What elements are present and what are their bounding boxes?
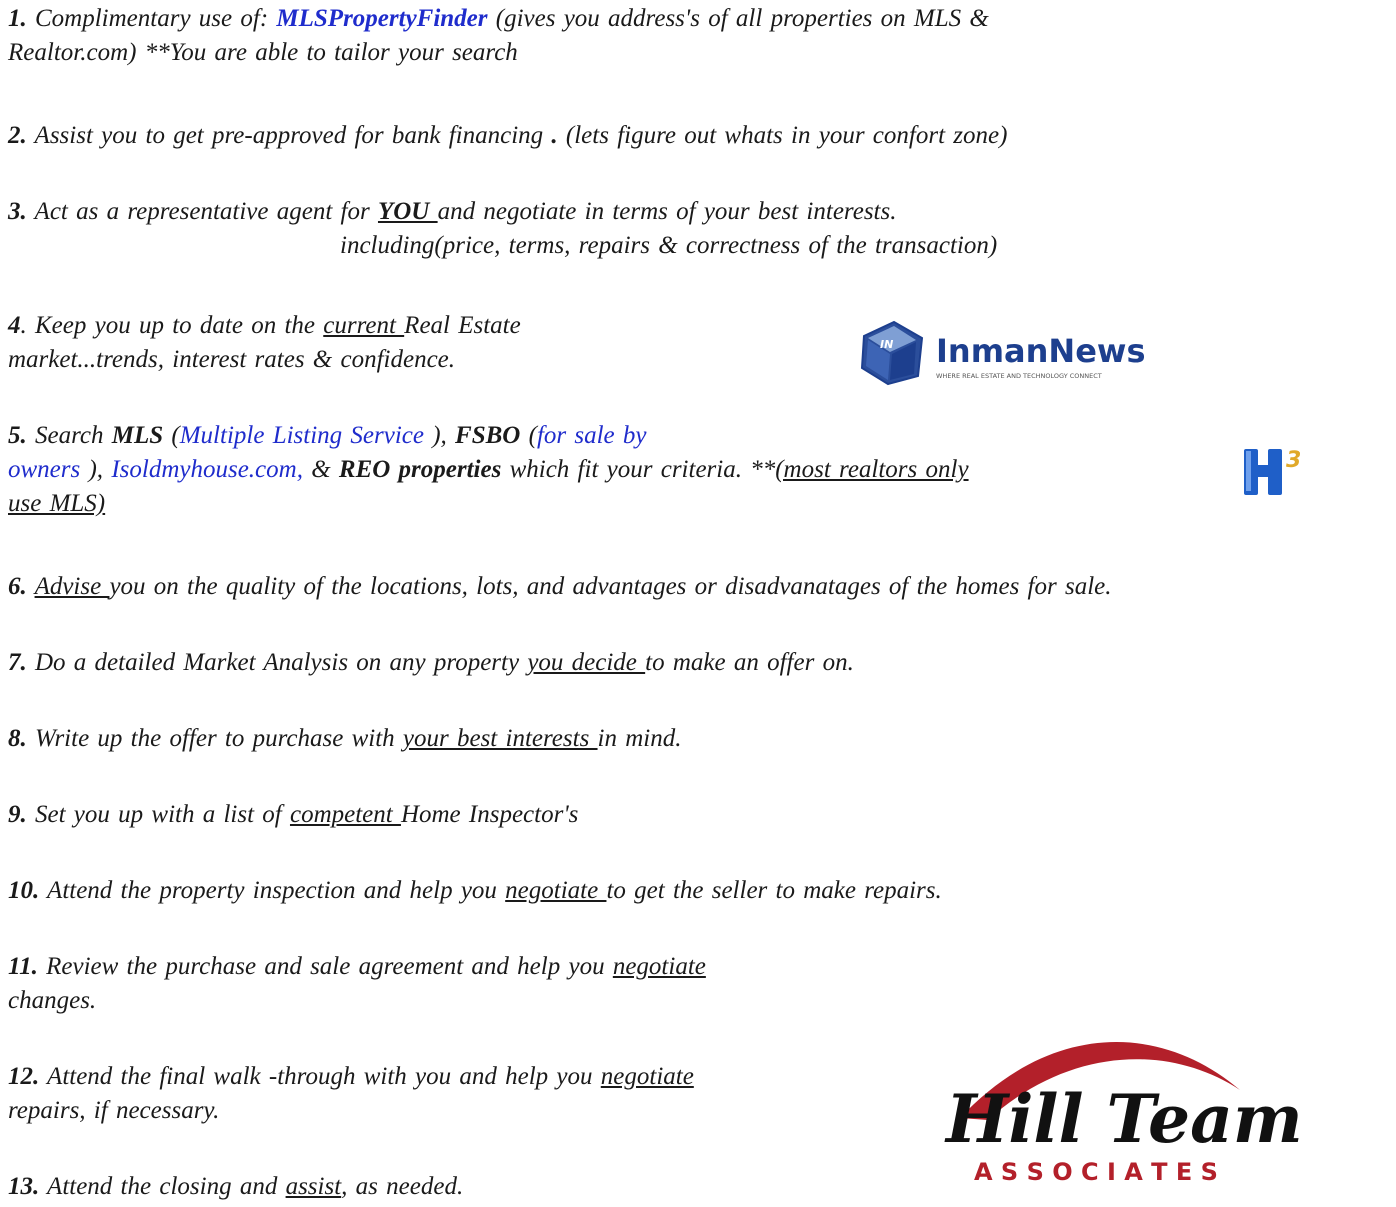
hill-team-logo: Hill Team A S S O C I A T E S (940, 1030, 1360, 1200)
list-item-4: 4. Keep you up to date on the current Re… (8, 312, 521, 373)
list-item-8: 8. Write up the offer to purchase with y… (8, 725, 682, 752)
inmannews-logo: IN InmanNews WHERE REAL ESTATE AND TECHN… (860, 318, 1160, 386)
list-item-11: 11. Review the purchase and sale agreeme… (8, 953, 706, 1014)
list-item-10: 10. Attend the property inspection and h… (8, 877, 942, 904)
hill-team-script: Hill Team (944, 1080, 1303, 1158)
list-item-3: 3. Act as a representative agent for YOU… (8, 198, 998, 259)
list-item-9: 9. Set you up with a list of competent H… (8, 801, 579, 828)
list-item-12: 12. Attend the final walk -through with … (8, 1063, 694, 1124)
inman-tagline: WHERE REAL ESTATE AND TECHNOLOGY CONNECT (936, 372, 1102, 380)
svg-text:IN: IN (880, 338, 893, 351)
mlspropertyfinder-link[interactable]: MLSPropertyFinder (276, 5, 487, 32)
list-item-7: 7. Do a detailed Market Analysis on any … (8, 649, 854, 676)
list-item-5: 5. Search MLS (Multiple Listing Service … (8, 422, 969, 517)
mls-link[interactable]: Multiple Listing Service (180, 422, 424, 449)
inman-cube-icon: IN (860, 320, 924, 386)
list-item-2: 2. Assist you to get pre-approved for ba… (8, 122, 1008, 149)
list-item-6: 6. Advise you on the quality of the loca… (8, 573, 1112, 600)
svg-text:H: H (1240, 443, 1241, 444)
fsbo-link-cont[interactable]: owners (8, 456, 80, 483)
fsbo-link[interactable]: for sale by (537, 422, 647, 449)
associates-text: A S S O C I A T E S (974, 1158, 1218, 1186)
inman-wordmark: InmanNews (936, 332, 1146, 370)
isoldmyhouse-link[interactable]: Isoldmyhouse.com, (111, 456, 303, 483)
list-item-13: 13. Attend the closing and assist, as ne… (8, 1173, 464, 1200)
h3-superscript: 3 (1286, 448, 1301, 473)
list-item-1: 1. Complimentary use of: MLSPropertyFind… (8, 5, 989, 66)
h3-logo: 3 H (1240, 443, 1320, 501)
